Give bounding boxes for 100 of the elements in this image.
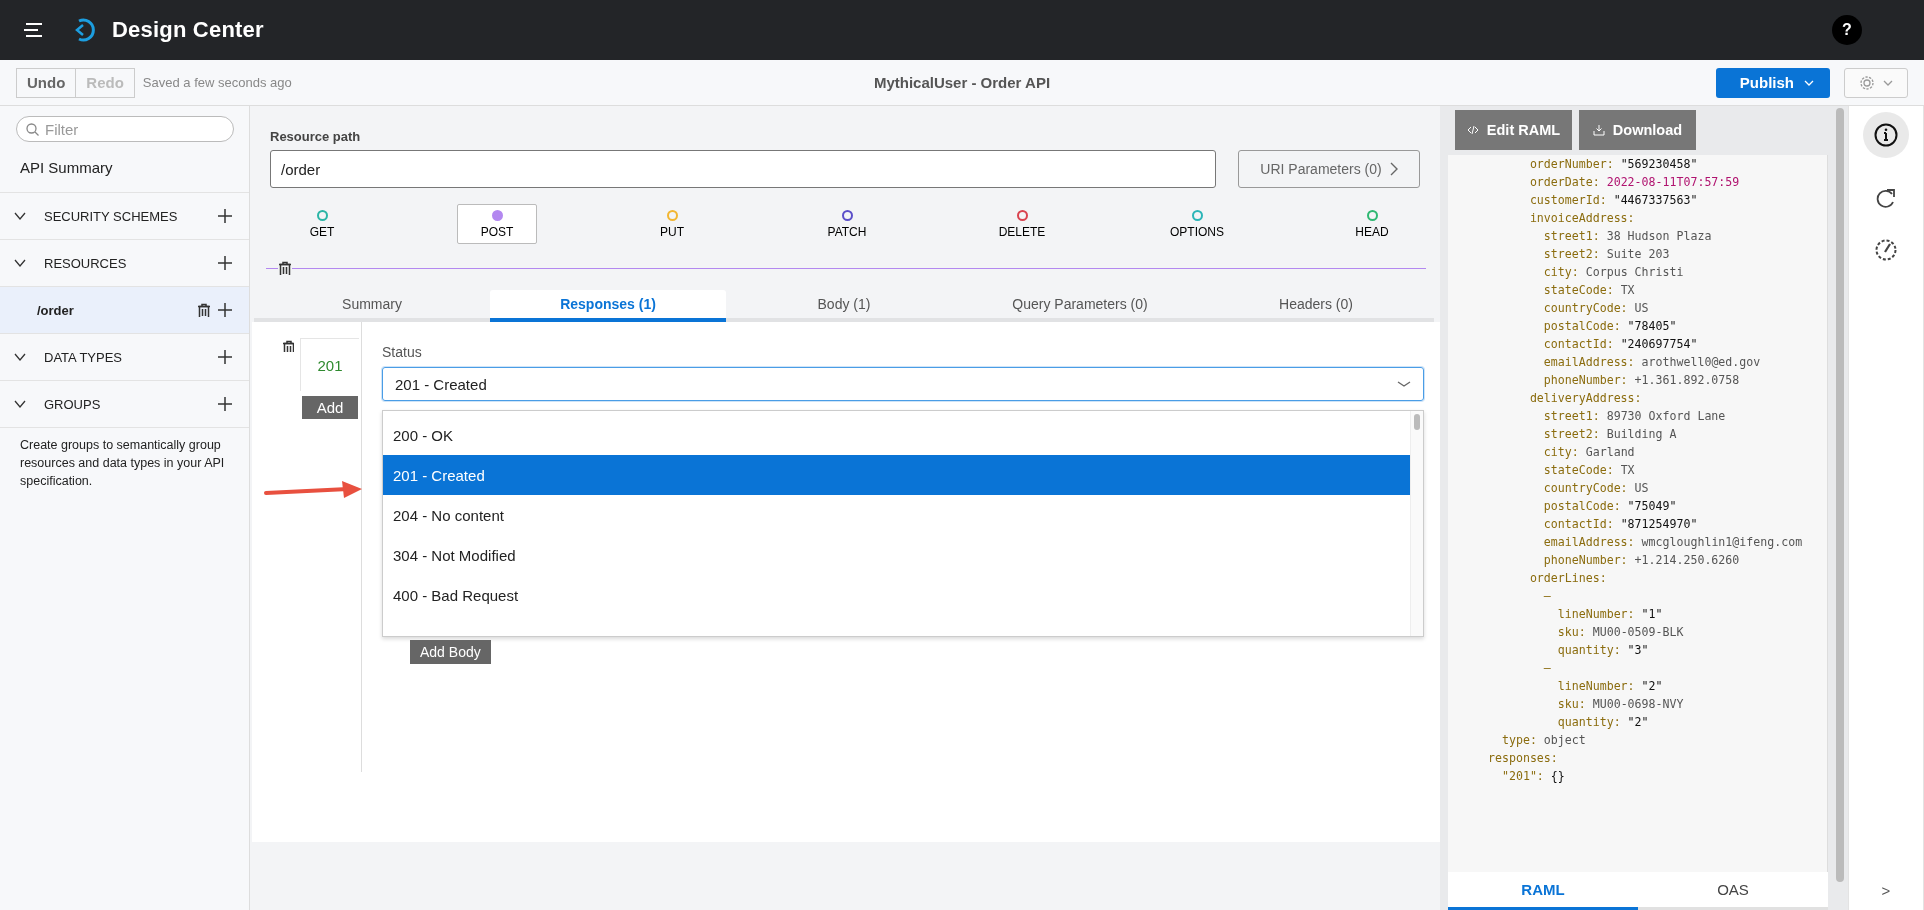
toolbar-button[interactable]: Download bbox=[1579, 110, 1696, 150]
code-line: phoneNumber: +1.214.250.6260 bbox=[1542, 552, 1741, 569]
code-line: street1: 38 Hudson Plaza bbox=[1542, 228, 1713, 245]
code-line: street1: 89730 Oxford Lane bbox=[1542, 408, 1727, 425]
tab[interactable]: Responses (1) bbox=[490, 290, 726, 322]
redo-icon[interactable] bbox=[1874, 186, 1898, 208]
section-header[interactable]: DATA TYPES bbox=[44, 349, 217, 365]
add-body-button[interactable]: Add Body bbox=[410, 640, 491, 664]
plus-icon[interactable] bbox=[217, 255, 233, 271]
method-button[interactable]: DELETE bbox=[982, 204, 1062, 244]
api-summary-link[interactable]: API Summary bbox=[0, 142, 249, 193]
code-line: emailAddress: wmcgloughlin1@ifeng.com bbox=[1542, 534, 1804, 551]
code-line: countryCode: US bbox=[1542, 480, 1650, 497]
info-button[interactable] bbox=[1863, 112, 1909, 158]
history-button[interactable]: Undo bbox=[16, 67, 77, 98]
tab[interactable]: Summary bbox=[254, 290, 490, 322]
chevron-icon[interactable] bbox=[14, 212, 26, 220]
collapse-button[interactable]: > bbox=[1875, 881, 1897, 900]
method-button[interactable]: POST bbox=[457, 204, 537, 244]
method-button[interactable]: OPTIONS bbox=[1157, 204, 1237, 244]
dropdown-option[interactable]: 200 - OK bbox=[383, 415, 1410, 455]
trash-icon[interactable] bbox=[278, 261, 292, 275]
trash-icon[interactable] bbox=[197, 303, 211, 317]
code-line: street2: Building A bbox=[1542, 426, 1678, 443]
tab[interactable]: Headers (0) bbox=[1198, 290, 1434, 322]
code-line: emailAddress: arothwell0@ed.gov bbox=[1542, 354, 1762, 371]
code-line: deliveryAddress: bbox=[1528, 390, 1643, 407]
code-line: customerId: "4467337563" bbox=[1528, 192, 1699, 209]
save-status: Saved a few seconds ago bbox=[142, 75, 292, 90]
code-line: countryCode: US bbox=[1542, 300, 1650, 317]
dropdown-option[interactable]: 304 - Not Modified bbox=[383, 535, 1410, 575]
plus-icon[interactable] bbox=[217, 396, 233, 412]
section-header[interactable]: SECURITY SCHEMES bbox=[44, 208, 217, 224]
code-line: phoneNumber: +1.361.892.0758 bbox=[1542, 372, 1741, 389]
help-button[interactable]: ? bbox=[1832, 15, 1862, 45]
dropdown-option[interactable]: 400 - Bad Request bbox=[383, 575, 1410, 615]
chevron-icon bbox=[1389, 162, 1398, 176]
info-icon bbox=[1874, 123, 1898, 147]
chevron-icon[interactable] bbox=[14, 353, 26, 361]
code-line: sku: MU00-0509-BLK bbox=[1556, 624, 1685, 641]
plus-icon[interactable] bbox=[217, 302, 233, 318]
tab[interactable]: Body (1) bbox=[726, 290, 962, 322]
code-line: contactId: "240697754" bbox=[1542, 336, 1699, 353]
field-label: Resource path bbox=[270, 130, 361, 144]
tab[interactable]: Query Parameters (0) bbox=[962, 290, 1198, 322]
code-line: – bbox=[1542, 588, 1552, 605]
toolbar-button[interactable]: Edit RAML bbox=[1455, 110, 1572, 150]
code-line: orderNumber: "569230458" bbox=[1528, 156, 1699, 173]
status-select[interactable]: 201 - Created bbox=[382, 367, 1424, 401]
code-line: stateCode: TX bbox=[1542, 462, 1636, 479]
code-line: lineNumber: "1" bbox=[1556, 606, 1664, 623]
resource-label: /order bbox=[37, 302, 75, 318]
scrollbar-thumb bbox=[1414, 414, 1420, 430]
add-button[interactable]: Add bbox=[302, 396, 358, 419]
code-line: sku: MU00-0698-NVY bbox=[1556, 696, 1685, 713]
code-line: orderDate: 2022-08-11T07:57:59 bbox=[1528, 174, 1741, 191]
code-line: contactId: "871254970" bbox=[1542, 516, 1699, 533]
code-line: stateCode: TX bbox=[1542, 282, 1636, 299]
chevron-icon[interactable] bbox=[14, 400, 26, 408]
section-header[interactable]: GROUPS bbox=[44, 396, 217, 412]
code-line: city: Garland bbox=[1542, 444, 1636, 461]
chevron-icon[interactable] bbox=[14, 259, 26, 267]
section-header[interactable]: RESOURCES bbox=[44, 255, 217, 271]
plus-icon[interactable] bbox=[217, 208, 233, 224]
publish-button[interactable]: Publish bbox=[1715, 67, 1830, 98]
code-line: postalCode: "78405" bbox=[1542, 318, 1678, 335]
gauge-icon[interactable] bbox=[1874, 238, 1898, 262]
code-line: type: object bbox=[1500, 732, 1587, 749]
code-line: street2: Suite 203 bbox=[1542, 246, 1671, 263]
field-label: Status bbox=[382, 344, 423, 360]
document-title: MythicalUser - Order API bbox=[873, 74, 1051, 91]
resource-item[interactable]: /order bbox=[0, 287, 249, 334]
code-line: postalCode: "75049" bbox=[1542, 498, 1678, 515]
code-line: quantity: "2" bbox=[1556, 714, 1650, 731]
method-button[interactable]: PATCH bbox=[807, 204, 887, 244]
code-line: "201": {} bbox=[1500, 768, 1566, 785]
method-button[interactable]: GET bbox=[282, 204, 362, 244]
dropdown-option[interactable]: 201 - Created bbox=[383, 455, 1410, 495]
code-line: city: Corpus Christi bbox=[1542, 264, 1685, 281]
method-button[interactable]: HEAD bbox=[1332, 204, 1412, 244]
uri-parameters-button[interactable]: URI Parameters (0) bbox=[1238, 150, 1420, 188]
code-line: orderLines: bbox=[1528, 570, 1608, 587]
settings-icon bbox=[1859, 74, 1875, 91]
app-title: Design Center bbox=[112, 17, 264, 43]
plus-icon[interactable] bbox=[217, 349, 233, 365]
trash-icon[interactable] bbox=[282, 340, 294, 352]
filter-field[interactable]: Filter bbox=[16, 116, 234, 142]
code-line: lineNumber: "2" bbox=[1556, 678, 1664, 695]
code-line: quantity: "3" bbox=[1556, 642, 1650, 659]
menu-icon[interactable] bbox=[24, 22, 44, 38]
resource-path-field[interactable]: /order bbox=[270, 150, 1216, 188]
dropdown-option[interactable]: 204 - No content bbox=[383, 495, 1410, 535]
caret-icon bbox=[1804, 79, 1814, 86]
chevron-icon bbox=[1397, 381, 1411, 387]
method-button[interactable]: PUT bbox=[632, 204, 712, 244]
download-icon bbox=[1592, 124, 1605, 136]
response-code: 201 bbox=[300, 338, 359, 391]
caret-icon bbox=[1883, 79, 1893, 86]
code-line: responses: bbox=[1488, 750, 1559, 767]
code-line: invoiceAddress: bbox=[1528, 210, 1636, 227]
